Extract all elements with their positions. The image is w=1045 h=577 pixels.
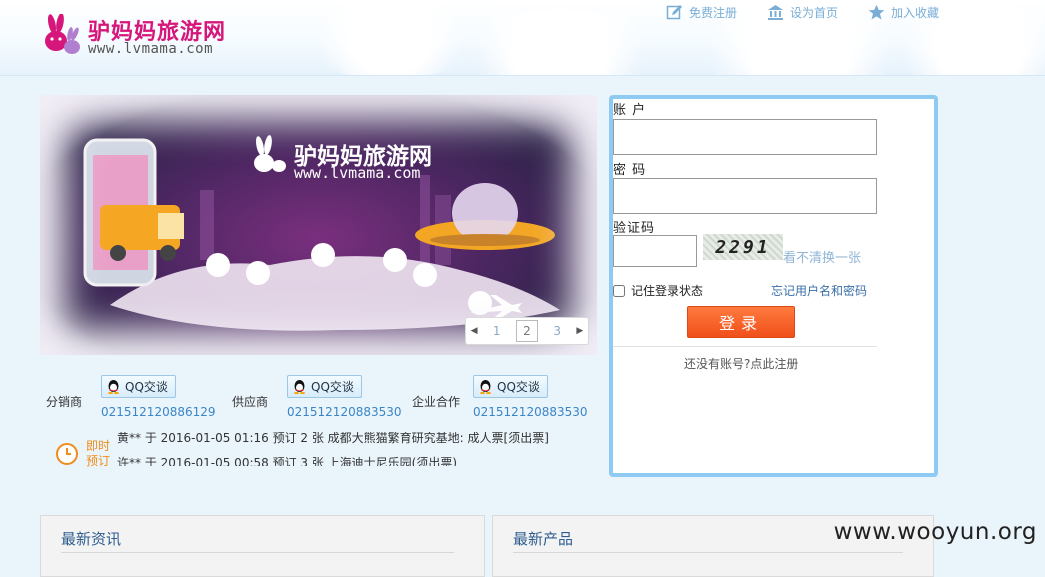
qq-chat-label: QQ交谈 xyxy=(497,380,540,394)
set-homepage-label: 设为首页 xyxy=(789,5,838,20)
password-input[interactable] xyxy=(613,178,877,214)
site-logo[interactable]: 驴妈妈旅游网 www.lvmama.com xyxy=(40,10,250,62)
bookmark-label: 加入收藏 xyxy=(890,5,939,20)
cloud-decoration xyxy=(450,10,670,75)
edit-icon xyxy=(666,4,682,19)
contact-phone: 021512120886129 xyxy=(101,405,216,419)
qq-chat-label: QQ交谈 xyxy=(311,380,354,394)
news-panel-title: 最新资讯 xyxy=(61,530,122,548)
divider xyxy=(613,346,877,347)
pager-page-2[interactable]: 2 xyxy=(515,320,538,342)
divider xyxy=(513,552,903,553)
contact-label: 分销商 xyxy=(46,395,83,409)
account-input[interactable] xyxy=(613,119,877,155)
products-panel-title: 最新产品 xyxy=(513,530,574,548)
divider xyxy=(61,552,454,553)
banner-illustration xyxy=(83,138,560,331)
contact-phone: 021512120883530 xyxy=(473,405,588,419)
contact-label: 企业合作 xyxy=(412,395,461,409)
bookmark-link[interactable]: 加入收藏 xyxy=(868,2,939,22)
ticker-line: 许** 于 2016-01-05 00:58 预订 3 张 上海迪士尼乐园(须出… xyxy=(117,456,458,466)
login-button[interactable]: 登录 xyxy=(687,306,795,338)
set-homepage-link[interactable]: 设为首页 xyxy=(767,2,838,22)
qq-penguin-icon xyxy=(480,380,491,394)
banner-url: www.lvmama.com xyxy=(294,164,421,182)
password-label: 密 码 xyxy=(613,163,647,178)
register-now-link[interactable]: 还没有账号?点此注册 xyxy=(684,355,798,372)
header: 驴妈妈旅游网 www.lvmama.com 免费注册 设为首页 加入收藏 xyxy=(0,0,1045,76)
account-label: 账 户 xyxy=(613,103,647,118)
bunny-logo-icon xyxy=(45,14,80,54)
cloud-decoration xyxy=(300,0,480,75)
promo-banner[interactable]: 驴妈妈旅游网 www.lvmama.com xyxy=(40,95,597,355)
qq-chat-button[interactable]: QQ交谈 xyxy=(287,375,362,398)
banner-pager: ◀ 1 2 3 ▶ xyxy=(465,317,589,345)
booking-ticker: 黄** 于 2016-01-05 01:16 预订 2 张 成都大熊猫繁育研究基… xyxy=(117,432,587,466)
ticker-line: 黄** 于 2016-01-05 01:16 预订 2 张 成都大熊猫繁育研究基… xyxy=(117,432,549,445)
qq-penguin-icon xyxy=(108,380,119,394)
top-links: 免费注册 设为首页 加入收藏 xyxy=(666,2,939,22)
instant-booking-label: 即时 预订 xyxy=(86,439,110,469)
remember-label: 记住登录状态 xyxy=(631,284,704,298)
register-link-label: 免费注册 xyxy=(688,5,737,20)
pager-next-icon[interactable]: ▶ xyxy=(576,326,583,336)
pager-prev-icon[interactable]: ◀ xyxy=(471,326,478,336)
pager-page-3[interactable]: 3 xyxy=(547,321,567,341)
brand-url: www.lvmama.com xyxy=(88,41,214,57)
remember-login[interactable]: 记住登录状态 xyxy=(613,282,703,299)
star-icon xyxy=(868,4,885,19)
qq-chat-button[interactable]: QQ交谈 xyxy=(101,375,176,398)
login-panel: 账 户 密 码 验证码 2291 看不清换一张 记住登录状态 忘记用户名和密码 … xyxy=(609,95,938,477)
contact-phone: 021512120883530 xyxy=(287,405,402,419)
instant-label-line: 预订 xyxy=(86,454,111,468)
captcha-input[interactable] xyxy=(613,235,697,267)
register-link[interactable]: 免费注册 xyxy=(666,2,737,22)
news-panel: 最新资讯 xyxy=(40,515,485,577)
qq-chat-label: QQ交谈 xyxy=(125,380,168,394)
qq-penguin-icon xyxy=(294,380,305,394)
bunny-logo-icon xyxy=(254,135,286,172)
bank-home-icon xyxy=(767,4,783,20)
qq-chat-button[interactable]: QQ交谈 xyxy=(473,375,548,398)
watermark: www.wooyun.org xyxy=(833,519,1037,545)
refresh-captcha-link[interactable]: 看不清换一张 xyxy=(783,247,861,266)
remember-checkbox[interactable] xyxy=(613,284,625,297)
captcha-image[interactable]: 2291 xyxy=(703,234,783,260)
captcha-label: 验证码 xyxy=(613,221,656,236)
forgot-password-link[interactable]: 忘记用户名和密码 xyxy=(771,282,867,299)
clock-icon xyxy=(56,443,78,465)
pager-page-1[interactable]: 1 xyxy=(487,321,507,341)
instant-label-line: 即时 xyxy=(86,439,111,453)
contact-label: 供应商 xyxy=(232,395,269,409)
instant-booking: 即时 预订 黄** 于 2016-01-05 01:16 预订 2 张 成都大熊… xyxy=(50,432,590,474)
